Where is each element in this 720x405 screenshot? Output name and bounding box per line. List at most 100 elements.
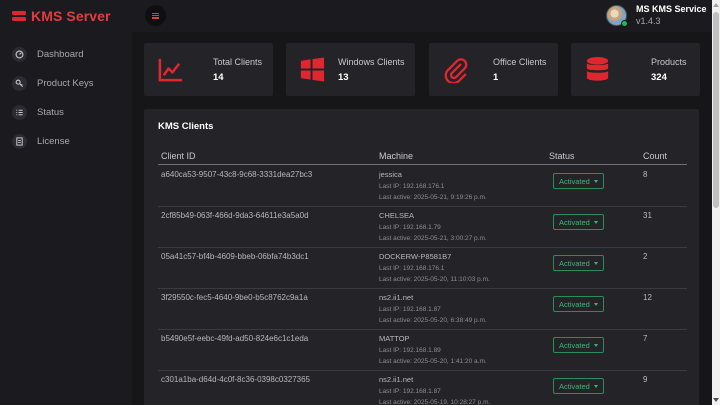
machine-name-cell: jessica	[379, 170, 402, 179]
status-label: Activated	[559, 176, 590, 186]
status-list-icon	[12, 104, 27, 120]
sidebar-item-label: Dashboard	[37, 48, 84, 60]
profile-name: MS KMS Service	[636, 4, 707, 14]
count-cell: 31	[643, 211, 652, 220]
stat-value: 324	[651, 72, 667, 83]
scroll-down-arrow-icon[interactable]	[713, 398, 719, 402]
client-id-cell: 05a41c57-bf4b-4609-bbeb-06bfa74b3dc1	[161, 252, 309, 261]
key-icon	[12, 75, 27, 91]
stat-value: 1	[493, 72, 499, 83]
stat-card-products: Products 324	[571, 43, 700, 96]
sidebar: Dashboard Product Keys Status License	[0, 32, 132, 405]
status-label: Activated	[559, 299, 590, 309]
column-header-count[interactable]: Count	[643, 151, 667, 161]
online-status-dot	[621, 20, 628, 27]
status-dropdown-button[interactable]: Activated	[553, 378, 604, 394]
last-active-text: Last active: 2025-05-20, 11:10:03 p.m.	[379, 276, 490, 283]
last-active-text: Last active: 2025-05-21, 3:00:27 p.m.	[379, 235, 487, 242]
stat-label: Windows Clients	[338, 57, 405, 67]
count-cell: 12	[643, 293, 652, 302]
status-dropdown-button[interactable]: Activated	[553, 173, 604, 189]
table-row[interactable]: 05a41c57-bf4b-4609-bbeb-06bfa74b3dc1 DOCK…	[158, 248, 687, 289]
caret-down-icon	[593, 179, 598, 183]
database-icon	[586, 56, 609, 81]
brand-logo[interactable]: KMS Server	[12, 8, 111, 24]
machine-name-cell: ns2.ii1.net	[379, 375, 414, 384]
status-label: Activated	[559, 381, 590, 391]
status-dropdown-button[interactable]: Activated	[553, 296, 604, 312]
client-id-cell: a640ca53-9507-43c8-9c68-3331dea27bc3	[161, 170, 313, 179]
last-active-text: Last active: 2025-05-20, 6:38:49 p.m.	[379, 317, 487, 324]
client-id-cell: 2cf85b49-063f-466d-9da3-64611e3a5a0d	[161, 211, 309, 220]
machine-name-cell: DOCKERW-P8581B7	[379, 252, 452, 261]
count-cell: 7	[643, 334, 648, 343]
stat-card-total-clients: Total Clients 14	[144, 43, 273, 96]
document-icon	[12, 133, 27, 149]
client-id-cell: c301a1ba-d64d-4c0f-8c36-0398c0327365	[161, 375, 311, 384]
status-label: Activated	[559, 217, 590, 227]
menu-toggle-button[interactable]	[145, 5, 166, 26]
paperclip-icon	[444, 58, 468, 83]
column-header-status[interactable]: Status	[549, 151, 575, 161]
last-ip-text: Last IP: 192.168.1.87	[379, 306, 441, 313]
status-dropdown-button[interactable]: Activated	[553, 255, 604, 271]
count-cell: 8	[643, 170, 648, 179]
table-row[interactable]: c301a1ba-d64d-4c0f-8c36-0398c0327365 ns2.…	[158, 371, 687, 405]
last-ip-text: Last IP: 192.168.1.87	[379, 388, 441, 395]
stat-card-office-clients: Office Clients 1	[429, 43, 558, 96]
sidebar-item-license[interactable]: License	[12, 132, 127, 150]
caret-down-icon	[593, 261, 598, 265]
header-divider	[158, 164, 687, 165]
sidebar-item-status[interactable]: Status	[12, 103, 127, 121]
top-header: KMS Server MS KMS Service v1.4.3	[0, 0, 712, 32]
last-ip-text: Last IP: 192.168.1.79	[379, 224, 441, 231]
table-row[interactable]: b5490e5f-eebc-49fd-ad50-824e6c1c1eda MATT…	[158, 330, 687, 371]
count-cell: 9	[643, 375, 648, 384]
last-ip-text: Last IP: 192.168.1.89	[379, 347, 441, 354]
app-version: v1.4.3	[636, 16, 661, 26]
count-cell: 2	[643, 252, 648, 261]
chart-line-icon	[158, 58, 183, 82]
table-row[interactable]: 2cf85b49-063f-466d-9da3-64611e3a5a0d CHEL…	[158, 207, 687, 248]
last-active-text: Last active: 2025-05-20, 1:41:20 a.m.	[379, 358, 487, 365]
caret-down-icon	[593, 384, 598, 388]
status-dropdown-button[interactable]: Activated	[553, 337, 604, 353]
machine-name-cell: ns2.ii1.net	[379, 293, 414, 302]
sidebar-item-label: Product Keys	[37, 77, 94, 89]
machine-name-cell: MATTOP	[379, 334, 410, 343]
scrollbar-thumb[interactable]	[713, 12, 719, 208]
status-label: Activated	[559, 340, 590, 350]
kms-clients-panel: KMS Clients Client ID Machine Status Cou…	[144, 109, 699, 405]
stat-label: Office Clients	[493, 57, 547, 67]
machine-name-cell: CHELSEA	[379, 211, 415, 220]
status-dropdown-button[interactable]: Activated	[553, 214, 604, 230]
status-label: Activated	[559, 258, 590, 268]
page-scrollbar[interactable]	[712, 0, 720, 405]
column-header-machine[interactable]: Machine	[379, 151, 413, 161]
panel-title: KMS Clients	[158, 121, 214, 132]
brand-title: KMS Server	[31, 8, 111, 24]
table-row[interactable]: 3f29550c-fec5-4640-9be0-b5c8762c9a1a ns2.…	[158, 289, 687, 330]
stat-value: 14	[213, 72, 224, 83]
last-active-text: Last active: 2025-05-19, 10:28:27 p.m.	[379, 399, 491, 405]
table-row[interactable]: a640ca53-9507-43c8-9c68-3331dea27bc3 jess…	[158, 166, 687, 207]
sidebar-item-dashboard[interactable]: Dashboard	[12, 45, 127, 63]
hamburger-icon	[152, 12, 159, 19]
last-ip-text: Last IP: 192.168.176.1	[379, 183, 445, 190]
client-id-cell: 3f29550c-fec5-4640-9be0-b5c8762c9a1a	[161, 293, 308, 302]
stat-card-windows-clients: Windows Clients 13	[286, 43, 415, 96]
column-header-client-id[interactable]: Client ID	[161, 151, 196, 161]
dashboard-icon	[12, 46, 27, 62]
sidebar-item-label: License	[37, 135, 70, 147]
scroll-up-arrow-icon[interactable]	[713, 3, 719, 7]
sidebar-item-product-keys[interactable]: Product Keys	[12, 74, 127, 92]
server-icon	[12, 10, 26, 22]
last-ip-text: Last IP: 192.168.176.1	[379, 265, 445, 272]
caret-down-icon	[593, 302, 598, 306]
stat-label: Products	[651, 57, 687, 67]
sidebar-item-label: Status	[37, 106, 64, 118]
last-active-text: Last active: 2025-05-21, 9:19:26 p.m.	[379, 194, 487, 201]
windows-icon	[300, 57, 325, 82]
stat-value: 13	[338, 72, 349, 83]
client-id-cell: b5490e5f-eebc-49fd-ad50-824e6c1c1eda	[161, 334, 309, 343]
